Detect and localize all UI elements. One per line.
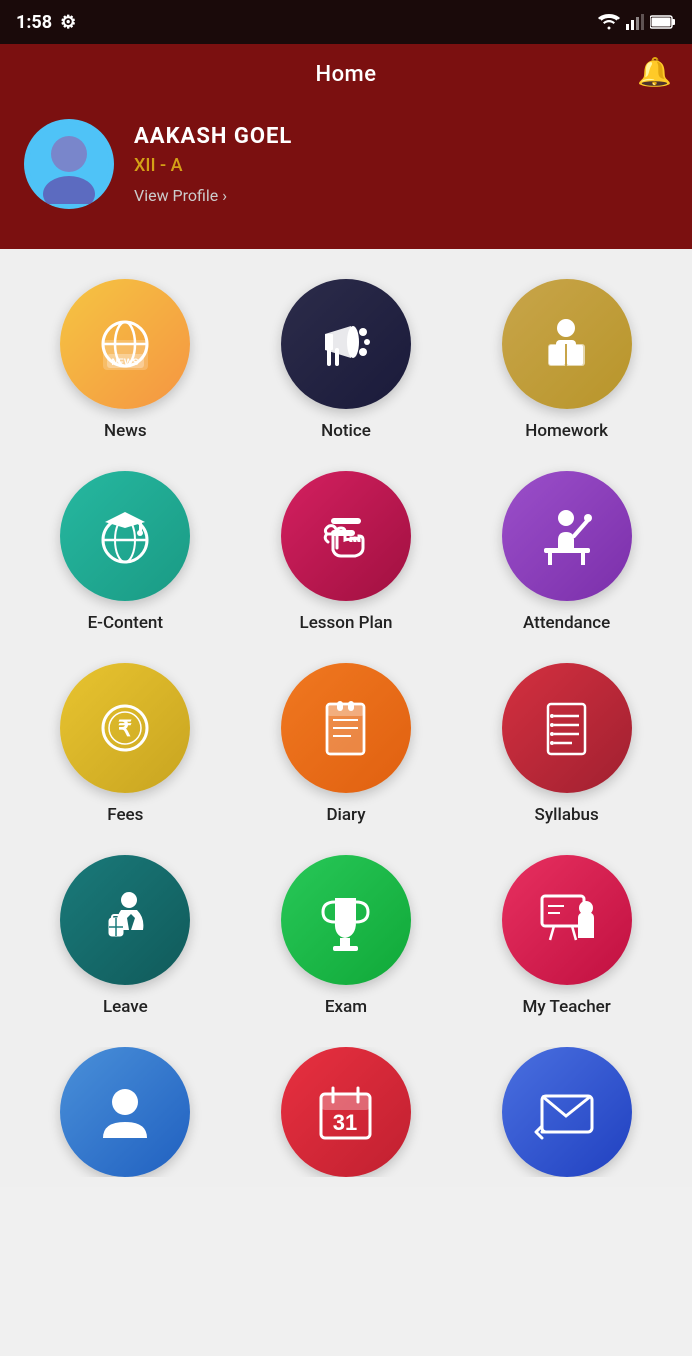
battery-icon [650, 15, 676, 29]
menu-item-econtent[interactable]: E-Content [20, 471, 231, 633]
syllabus-label: Syllabus [535, 805, 599, 825]
bell-icon[interactable]: 🔔 [637, 55, 672, 88]
gear-icon: ⚙ [60, 12, 76, 33]
syllabus-icon-bg [502, 663, 632, 793]
fees-icon-bg: ₹ [60, 663, 190, 793]
menu-item-news[interactable]: NEWS News [20, 279, 231, 441]
news-icon-bg: NEWS [60, 279, 190, 409]
leave-icon-bg [60, 855, 190, 985]
menu-item-myteacher[interactable]: My Teacher [461, 855, 672, 1017]
status-icons [598, 14, 676, 30]
exam-icon-bg [281, 855, 411, 985]
calendar-icon-bg: 31 [281, 1047, 411, 1177]
fees-label: Fees [107, 805, 143, 825]
econtent-icon-bg [60, 471, 190, 601]
menu-item-homework[interactable]: Homework [461, 279, 672, 441]
diary-icon-bg [281, 663, 411, 793]
leave-label: Leave [103, 997, 148, 1017]
menu-item-calendar[interactable]: 31 [241, 1047, 452, 1177]
notice-icon-bg [281, 279, 411, 409]
notice-label: Notice [321, 421, 371, 441]
view-profile-link[interactable]: View Profile › [134, 186, 292, 205]
status-bar: 1:58 ⚙ [0, 0, 692, 44]
profile-info: AAKASH GOEL XII - A View Profile › [134, 124, 292, 205]
menu-item-syllabus[interactable]: Syllabus [461, 663, 672, 825]
signal-icon [626, 14, 644, 30]
bottom-partial-row: 31 [0, 1047, 692, 1187]
menu-item-fees[interactable]: ₹ Fees [20, 663, 231, 825]
menu-grid: NEWS News Notice [0, 249, 692, 1047]
news-label: News [104, 421, 147, 441]
header-title: Home [315, 62, 376, 87]
attendance-label: Attendance [523, 613, 610, 633]
profile2-icon-bg [60, 1047, 190, 1177]
menu-item-diary[interactable]: Diary [241, 663, 452, 825]
menu-item-profile2[interactable] [20, 1047, 231, 1177]
menu-item-notice[interactable]: Notice [241, 279, 452, 441]
chevron-right-icon: › [222, 186, 227, 205]
myteacher-icon-bg [502, 855, 632, 985]
svg-text:NEWS: NEWS [111, 357, 138, 367]
homework-label: Homework [525, 421, 608, 441]
time-display: 1:58 [16, 12, 52, 33]
lessonplan-icon-bg [281, 471, 411, 601]
diary-label: Diary [326, 805, 365, 825]
homework-icon-bg [502, 279, 632, 409]
menu-item-leave[interactable]: Leave [20, 855, 231, 1017]
lessonplan-label: Lesson Plan [300, 613, 393, 633]
menu-item-message[interactable] [461, 1047, 672, 1177]
menu-item-exam[interactable]: Exam [241, 855, 452, 1017]
myteacher-label: My Teacher [523, 997, 611, 1017]
attendance-icon-bg [502, 471, 632, 601]
header: Home 🔔 [0, 44, 692, 99]
econtent-label: E-Content [88, 613, 163, 633]
svg-text:31: 31 [333, 1110, 357, 1135]
wifi-icon [598, 14, 620, 30]
profile-name: AAKASH GOEL [134, 124, 292, 149]
avatar [24, 119, 114, 209]
menu-item-lessonplan[interactable]: Lesson Plan [241, 471, 452, 633]
profile-section: AAKASH GOEL XII - A View Profile › [0, 99, 692, 249]
svg-text:₹: ₹ [118, 716, 132, 741]
exam-label: Exam [325, 997, 367, 1017]
profile-class: XII - A [134, 155, 292, 176]
message-icon-bg [502, 1047, 632, 1177]
menu-item-attendance[interactable]: Attendance [461, 471, 672, 633]
